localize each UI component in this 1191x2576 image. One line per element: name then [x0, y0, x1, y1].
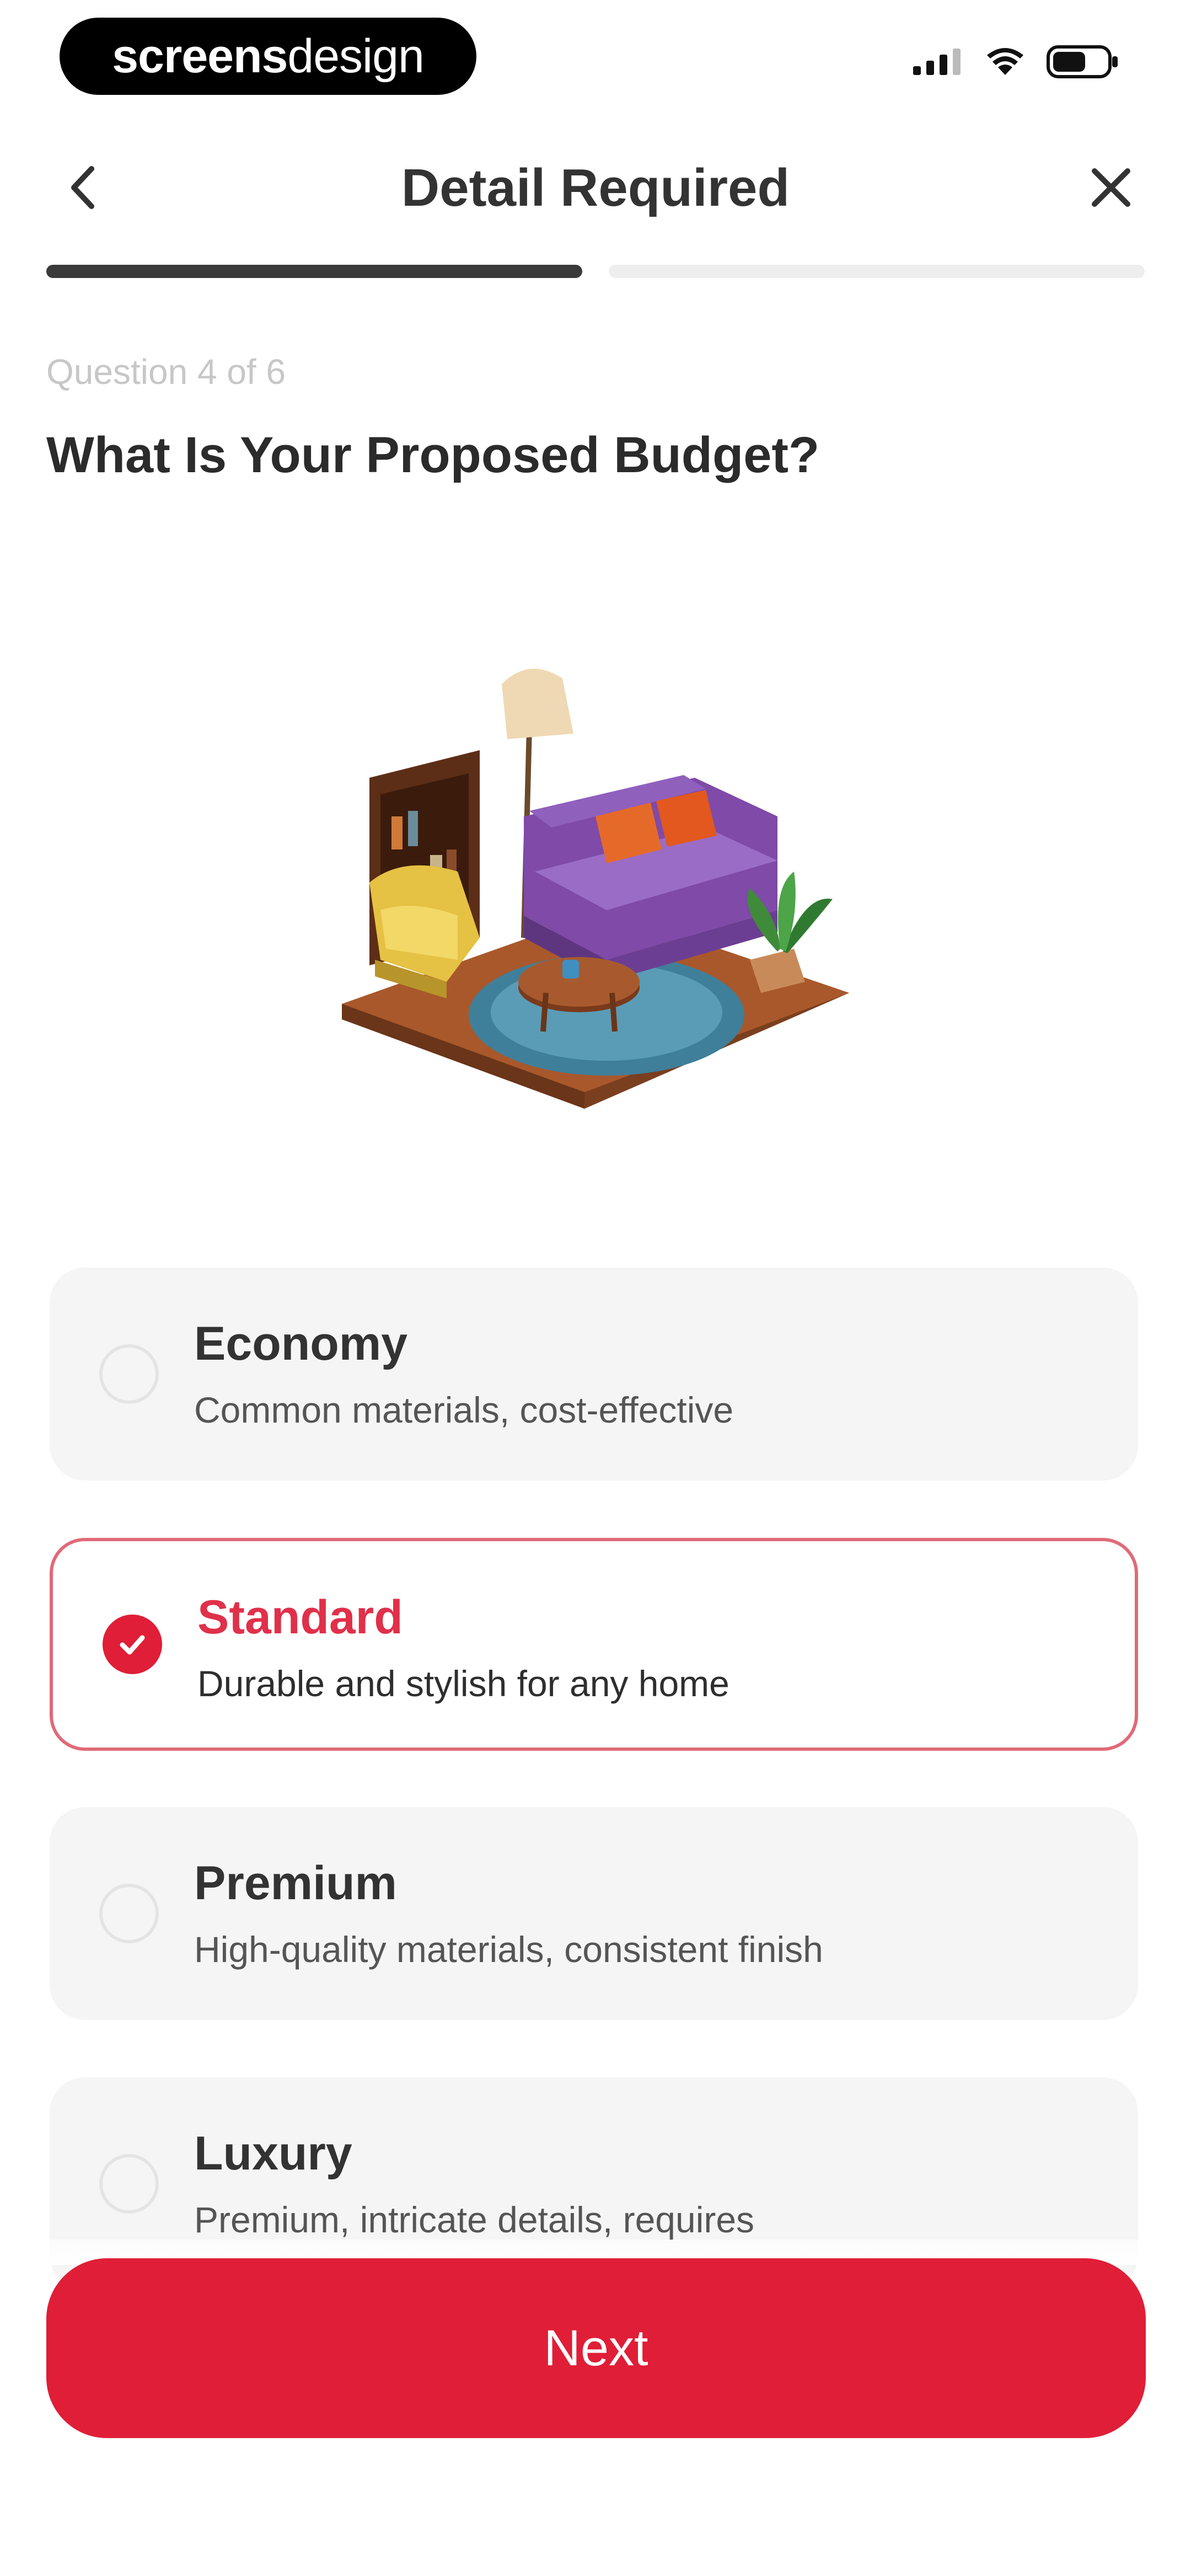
page-title: Detail Required — [401, 158, 790, 217]
option-title: Premium — [194, 1857, 398, 1910]
option-economy[interactable]: Economy Common materials, cost-effective — [50, 1268, 1138, 1481]
wifi-icon — [987, 48, 1023, 75]
radio-unchecked[interactable] — [99, 2154, 159, 2214]
progress-segment-complete — [46, 265, 582, 278]
progress-segment-remaining — [609, 265, 1145, 278]
option-description: Durable and stylish for any home — [197, 1663, 729, 1704]
next-button[interactable]: Next — [46, 2258, 1146, 2438]
radio-checked[interactable] — [103, 1615, 162, 1674]
living-room-illustration — [342, 669, 849, 1109]
option-standard[interactable]: Standard Durable and stylish for any hom… — [50, 1538, 1138, 1751]
question-title: What Is Your Proposed Budget? — [46, 427, 820, 483]
budget-question-screen: screensdesign Detail Required Question 4… — [0, 0, 1191, 2576]
close-icon — [1092, 168, 1130, 207]
option-description: Premium, intricate details, requires — [194, 2199, 755, 2240]
brand-logo-light: design — [287, 30, 424, 83]
status-icons — [913, 45, 1119, 78]
close-button[interactable] — [1081, 154, 1141, 221]
radio-unchecked[interactable] — [99, 1344, 159, 1404]
signal-icon — [913, 49, 961, 75]
radio-unchecked[interactable] — [99, 1884, 159, 1943]
option-description: Common materials, cost-effective — [194, 1389, 734, 1430]
brand-logo: screensdesign — [60, 18, 476, 95]
question-counter: Question 4 of 6 — [46, 352, 286, 392]
option-title: Luxury — [194, 2127, 352, 2180]
progress-bar — [46, 265, 1145, 278]
checkmark-icon — [120, 1635, 145, 1655]
brand-logo-bold: screens — [112, 30, 288, 83]
option-premium[interactable]: Premium High-quality materials, consiste… — [50, 1807, 1138, 2020]
battery-icon — [1047, 45, 1118, 78]
option-title: Standard — [197, 1591, 403, 1644]
option-title: Economy — [194, 1317, 408, 1370]
option-description: High-quality materials, consistent finis… — [194, 1929, 823, 1970]
